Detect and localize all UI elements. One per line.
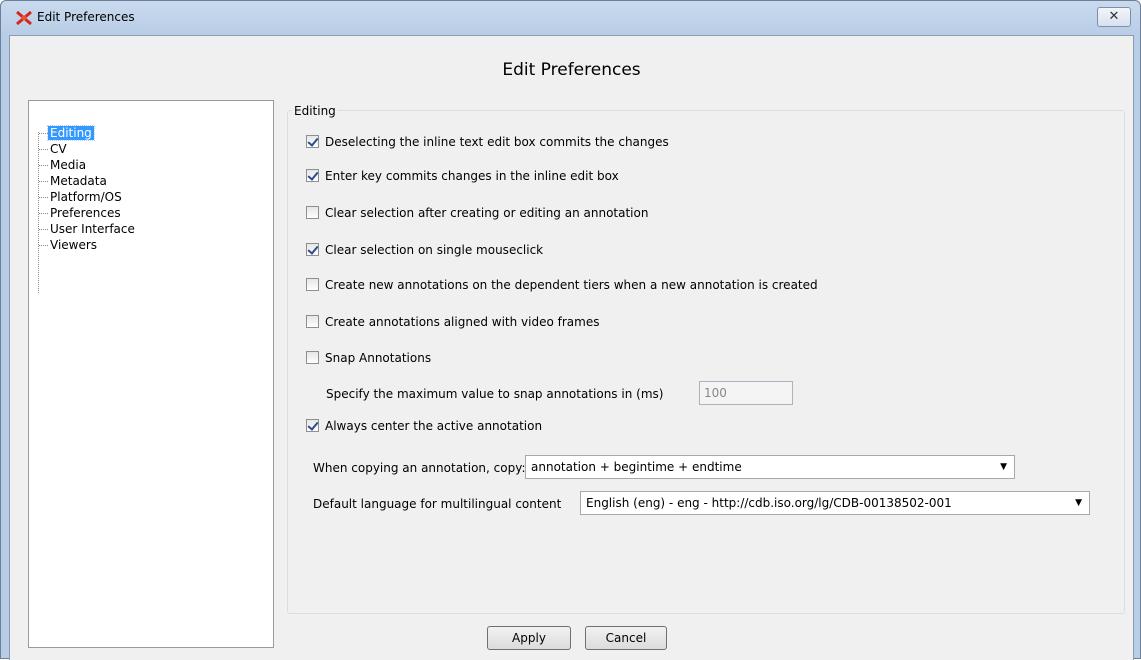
option-video-frames[interactable]: Create annotations aligned with video fr… <box>306 313 599 331</box>
title-bar[interactable]: Edit Preferences ✕ <box>1 1 1140 35</box>
elan-logo-icon <box>16 10 32 26</box>
copy-mode-select[interactable]: annotation + begintime + endtime ▼ <box>525 455 1015 479</box>
dialog-body: Edit Preferences Editing CV Media Metada… <box>9 35 1134 660</box>
copy-mode-value: annotation + begintime + endtime <box>531 460 742 474</box>
checkbox-unchecked[interactable] <box>306 206 319 219</box>
option-clear-after-create[interactable]: Clear selection after creating or editin… <box>306 204 648 222</box>
option-snap-annotations[interactable]: Snap Annotations <box>306 349 431 367</box>
option-dependent-tiers[interactable]: Create new annotations on the dependent … <box>306 276 818 294</box>
checkbox-unchecked[interactable] <box>306 278 319 291</box>
tree-item-viewers[interactable]: Viewers <box>39 237 99 253</box>
copy-mode-label: When copying an annotation, copy: <box>313 461 526 475</box>
option-deselect-commits[interactable]: Deselecting the inline text edit box com… <box>306 133 669 151</box>
chevron-down-icon: ▼ <box>1000 462 1007 472</box>
cancel-button[interactable]: Cancel <box>585 626 667 650</box>
snap-value-label: Specify the maximum value to snap annota… <box>326 387 664 401</box>
checkbox-checked[interactable] <box>306 135 319 148</box>
option-label: Always center the active annotation <box>325 419 543 433</box>
close-icon: ✕ <box>1108 9 1120 24</box>
snap-value-input[interactable]: 100 <box>699 381 793 405</box>
tree-branch-line <box>39 213 48 214</box>
tree-item-label: Viewers <box>50 238 98 252</box>
tree-item-label: Media <box>50 158 87 172</box>
tree-item-label: User Interface <box>50 222 135 236</box>
tree-branch-line <box>39 197 48 198</box>
tree-branch-line <box>39 245 48 246</box>
tree-item-label: Preferences <box>50 206 121 220</box>
option-clear-on-click[interactable]: Clear selection on single mouseclick <box>306 241 543 259</box>
tree-item-metadata[interactable]: Metadata <box>39 173 109 189</box>
option-enter-commits[interactable]: Enter key commits changes in the inline … <box>306 167 619 185</box>
tree-branch-line <box>39 181 48 182</box>
option-label: Deselecting the inline text edit box com… <box>325 135 669 149</box>
option-label: Enter key commits changes in the inline … <box>325 169 619 183</box>
dialog-window: Edit Preferences ✕ Edit Preferences Edit… <box>0 0 1141 660</box>
language-value: English (eng) - eng - http://cdb.iso.org… <box>586 496 952 510</box>
option-label: Clear selection on single mouseclick <box>325 243 544 257</box>
language-select[interactable]: English (eng) - eng - http://cdb.iso.org… <box>580 491 1090 515</box>
window-title: Edit Preferences <box>37 10 135 24</box>
tree-branch-line <box>39 149 48 150</box>
checkbox-unchecked[interactable] <box>306 315 319 328</box>
tree-branch-line <box>39 229 48 230</box>
tree-item-media[interactable]: Media <box>39 157 88 173</box>
category-tree[interactable]: Editing CV Media Metadata Platform/OS Pr… <box>28 100 274 648</box>
option-label: Snap Annotations <box>325 351 432 365</box>
tree-item-cv[interactable]: CV <box>39 141 69 157</box>
checkbox-checked[interactable] <box>306 419 319 432</box>
language-label: Default language for multilingual conten… <box>313 497 562 511</box>
apply-button[interactable]: Apply <box>487 626 571 650</box>
editing-group-title: Editing <box>292 104 338 118</box>
option-label: Create new annotations on the dependent … <box>325 278 818 292</box>
close-button[interactable]: ✕ <box>1097 7 1131 27</box>
checkbox-checked[interactable] <box>306 169 319 182</box>
page-title: Edit Preferences <box>502 60 641 80</box>
tree-item-label: Metadata <box>50 174 107 188</box>
option-label: Clear selection after creating or editin… <box>325 206 649 220</box>
option-label: Create annotations aligned with video fr… <box>325 315 600 329</box>
checkbox-checked[interactable] <box>306 243 319 256</box>
tree-branch-line <box>39 133 48 134</box>
tree-item-editing[interactable]: Editing <box>39 125 95 141</box>
checkbox-unchecked[interactable] <box>306 351 319 364</box>
tree-item-preferences[interactable]: Preferences <box>39 205 123 221</box>
chevron-down-icon: ▼ <box>1075 498 1082 508</box>
tree-item-label: CV <box>50 142 67 156</box>
option-center-active[interactable]: Always center the active annotation <box>306 417 542 435</box>
tree-item-label: Editing <box>47 125 95 141</box>
tree-item-platform-os[interactable]: Platform/OS <box>39 189 124 205</box>
tree-item-label: Platform/OS <box>50 190 122 204</box>
tree-item-user-interface[interactable]: User Interface <box>39 221 137 237</box>
tree-branch-line <box>39 165 48 166</box>
